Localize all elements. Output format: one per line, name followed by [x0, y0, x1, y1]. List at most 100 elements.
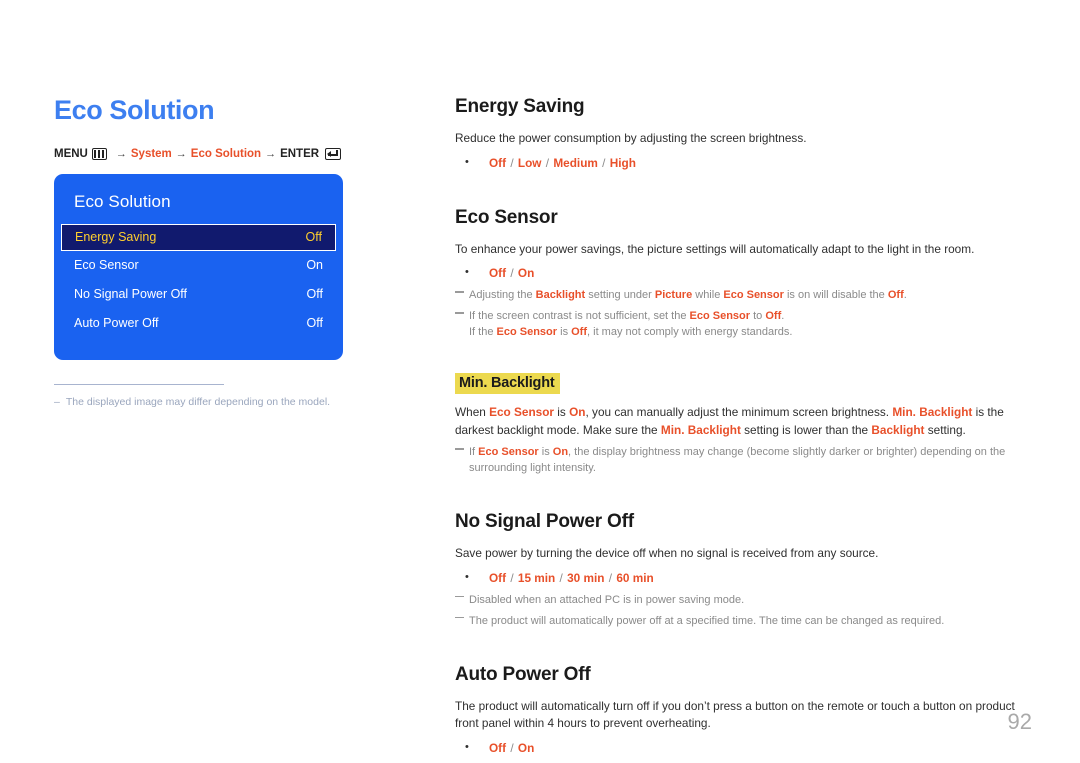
note-frag: . — [903, 289, 907, 302]
note-eco-sensor-backlight: Adjusting the Backlight setting under Pi… — [455, 288, 1027, 304]
option-value: Off — [489, 266, 507, 281]
breadcrumb-menu-label: MENU — [54, 147, 88, 160]
note-frag: is — [538, 446, 553, 459]
heading-auto-power-off: Auto Power Off — [455, 663, 591, 685]
osd-row-value: Off — [306, 316, 323, 331]
note-second-line: If the Eco Sensor is Off, it may not com… — [469, 325, 1027, 341]
option-value: On — [517, 741, 535, 755]
note-min-backlight: If Eco Sensor is On, the display brightn… — [455, 445, 1027, 477]
note-second-line: surrounding light intensity. — [469, 462, 596, 475]
manual-page: Eco Solution MENU → System → Eco Solutio… — [0, 0, 1080, 763]
osd-row-label: Eco Sensor — [74, 258, 139, 273]
note-frag: . — [781, 310, 785, 323]
options-energy-saving: Off / Low / Medium / High — [455, 154, 1027, 173]
page-number: 92 — [1007, 709, 1032, 734]
note-text: If the screen contrast is not sufficient… — [469, 309, 1027, 341]
option-value: Off — [489, 570, 507, 585]
breadcrumb-enter-label: ENTER — [280, 147, 320, 160]
keyword: Eco Sensor — [489, 404, 555, 419]
keyword: Off — [571, 326, 588, 338]
note-no-signal-pc: Disabled when an attached PC is in power… — [455, 593, 1027, 609]
osd-row-value: Off — [306, 287, 323, 302]
osd-row-value: Off — [305, 230, 322, 245]
option-value: Off — [489, 741, 507, 755]
body-energy-saving: Reduce the power consumption by adjustin… — [455, 131, 807, 145]
breadcrumb-arrow-1: → — [115, 147, 127, 160]
option-value: 30 min — [567, 570, 605, 585]
note-frag: to — [750, 310, 766, 323]
osd-menu-panel: Eco Solution Energy Saving Off Eco Senso… — [54, 173, 343, 360]
left-column: Eco Solution MENU → System → Eco Solutio… — [54, 95, 414, 410]
option-value: 60 min — [616, 570, 654, 585]
breadcrumb-arrow-3: → — [265, 147, 277, 160]
option-list-item: Off / Low / Medium / High — [455, 154, 1027, 173]
body-frag: setting. — [924, 422, 966, 437]
body-eco-sensor: To enhance your power savings, the pictu… — [455, 241, 975, 256]
osd-panel-title: Eco Solution — [74, 191, 171, 211]
options-eco-sensor: Off / On — [455, 264, 1027, 283]
footnote-divider — [54, 383, 224, 385]
osd-row-label: No Signal Power Off — [74, 287, 188, 302]
option-list-item: Off / On — [455, 264, 1027, 283]
keyword: Min. Backlight — [892, 404, 973, 419]
heading-min-backlight: Min. Backlight — [455, 372, 560, 394]
osd-footnote: – The displayed image may differ dependi… — [54, 395, 344, 410]
note-dash-icon — [455, 593, 464, 604]
note-text: The product will automatically power off… — [469, 614, 945, 627]
option-value: 15 min — [517, 570, 556, 585]
option-value: High — [609, 155, 636, 170]
option-value: Low — [517, 155, 542, 170]
note-frag: while — [692, 289, 724, 302]
note-text: Disabled when an attached PC is in power… — [469, 593, 745, 606]
note-frag: setting under — [585, 289, 655, 302]
heading-energy-saving: Energy Saving — [455, 96, 585, 117]
enter-return-icon — [325, 147, 342, 160]
note-text: If Eco Sensor is On, the display brightn… — [469, 445, 1027, 477]
note-frag: , the display brightness may change (bec… — [568, 446, 1006, 459]
keyword: Backlight — [871, 422, 925, 437]
right-column: Energy Saving Reduce the power consumpti… — [455, 96, 1027, 762]
option-list-item: Off / 15 min / 30 min / 60 min — [455, 569, 1027, 588]
osd-row-eco-sensor[interactable]: Eco Sensor On — [54, 251, 343, 280]
note-frag: If the screen contrast is not sufficient… — [469, 310, 690, 323]
option-value: On — [517, 266, 535, 281]
breadcrumb-segment-eco-solution: Eco Solution — [190, 147, 262, 160]
note-text: Adjusting the Backlight setting under Pi… — [469, 288, 1027, 304]
osd-row-energy-saving[interactable]: Energy Saving Off — [61, 223, 336, 251]
keyword: Eco Sensor — [723, 289, 784, 302]
keyword: Off — [887, 289, 904, 302]
note-dash-icon — [455, 445, 464, 456]
options-auto-power-off: Off / On — [455, 739, 1027, 758]
page-title: Eco Solution — [54, 95, 215, 125]
keyword: Backlight — [535, 289, 586, 302]
breadcrumb-segment-system: System — [130, 147, 172, 160]
option-value: Off — [489, 155, 507, 170]
breadcrumb-arrow-2: → — [175, 147, 187, 160]
body-frag: is — [554, 404, 570, 419]
keyword: Eco Sensor — [689, 310, 751, 323]
osd-row-label: Energy Saving — [75, 230, 157, 245]
body-frag: When — [455, 404, 490, 419]
keyword: On — [552, 446, 569, 459]
note-frag: is — [557, 326, 572, 338]
note-frag: If — [469, 446, 479, 459]
osd-row-auto-power-off[interactable]: Auto Power Off Off — [54, 309, 343, 338]
note-frag: Adjusting the — [469, 289, 536, 302]
keyword: Eco Sensor — [496, 326, 558, 338]
note-frag: If the — [469, 326, 497, 338]
footnote-text: The displayed image may differ depending… — [65, 395, 331, 408]
keyword: Off — [765, 310, 782, 323]
heading-no-signal-power-off: No Signal Power Off — [455, 511, 634, 533]
option-value: Medium — [553, 155, 598, 170]
osd-row-no-signal-power-off[interactable]: No Signal Power Off Off — [54, 280, 343, 309]
keyword: Eco Sensor — [478, 446, 539, 459]
breadcrumb: MENU → System → Eco Solution → ENTER — [54, 147, 414, 160]
options-no-signal-power-off: Off / 15 min / 30 min / 60 min — [455, 569, 1027, 588]
menu-grid-icon — [91, 147, 107, 160]
body-frag: setting is lower than the — [740, 422, 872, 437]
body-frag: , you can manually adjust the minimum sc… — [585, 404, 893, 419]
keyword: Picture — [654, 289, 693, 302]
note-frag: is on will disable the — [783, 289, 888, 302]
osd-row-value: On — [306, 258, 323, 273]
body-no-signal-power-off: Save power by turning the device off whe… — [455, 546, 879, 561]
